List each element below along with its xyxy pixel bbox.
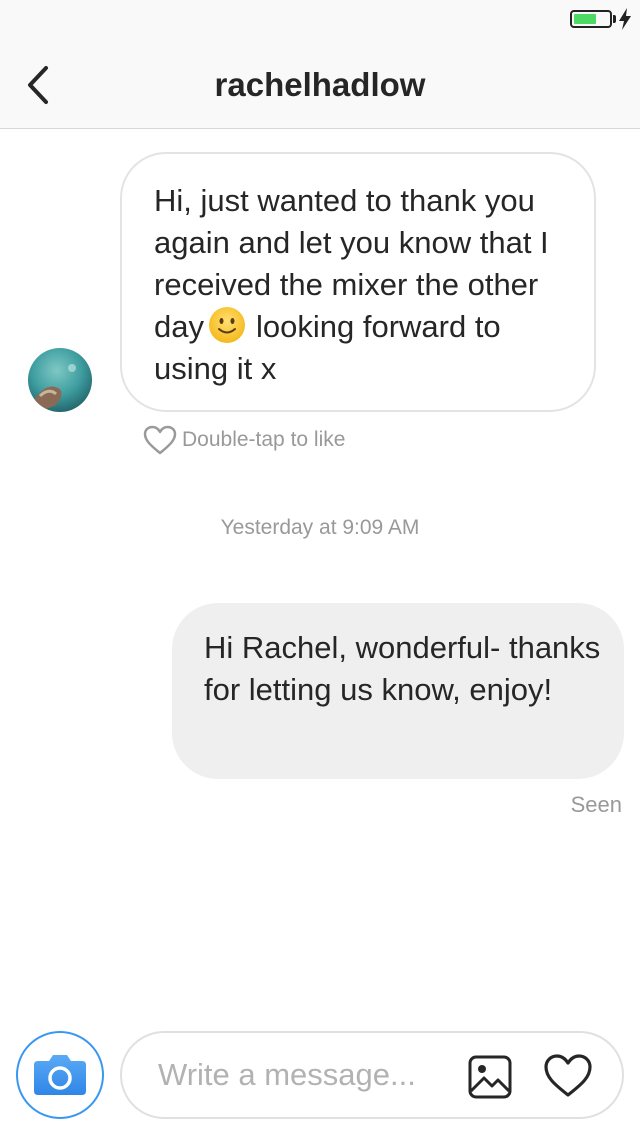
seen-status: Seen bbox=[570, 792, 622, 817]
heart-outline-icon bbox=[143, 425, 177, 455]
charging-bolt-icon bbox=[619, 8, 631, 30]
camera-icon bbox=[34, 1055, 86, 1095]
message-timestamp: Yesterday at 9:09 AM bbox=[220, 516, 420, 539]
message-composer bbox=[120, 1031, 624, 1119]
double-tap-like-hint[interactable]: Double-tap to like bbox=[142, 422, 345, 458]
outgoing-message-bubble[interactable]: Hi Rachel, wonderful- thanks for letting… bbox=[172, 603, 624, 779]
heart-icon bbox=[544, 1054, 592, 1097]
battery-icon bbox=[570, 10, 612, 28]
incoming-message-bubble[interactable]: Hi, just wanted to thank you again and l… bbox=[120, 152, 596, 412]
battery-tip bbox=[613, 15, 616, 23]
gallery-icon bbox=[468, 1055, 512, 1099]
chat-header: rachelhadlow bbox=[0, 40, 640, 129]
incoming-message-text-end: looking forward to using it x bbox=[154, 309, 501, 386]
avatar[interactable] bbox=[28, 348, 92, 412]
battery-level-fill bbox=[574, 14, 597, 24]
like-hint-label: Double-tap to like bbox=[182, 428, 346, 451]
like-button[interactable] bbox=[542, 1051, 594, 1103]
avatar-photo bbox=[28, 348, 92, 412]
message-input[interactable] bbox=[158, 1051, 458, 1099]
gallery-button[interactable] bbox=[466, 1053, 514, 1101]
page-title[interactable]: rachelhadlow bbox=[0, 66, 640, 104]
status-bar bbox=[0, 0, 640, 40]
outgoing-message-text: Hi Rachel, wonderful- thanks for letting… bbox=[204, 630, 601, 707]
camera-button[interactable] bbox=[16, 1031, 104, 1119]
slightly-smiling-face-icon bbox=[208, 307, 245, 343]
